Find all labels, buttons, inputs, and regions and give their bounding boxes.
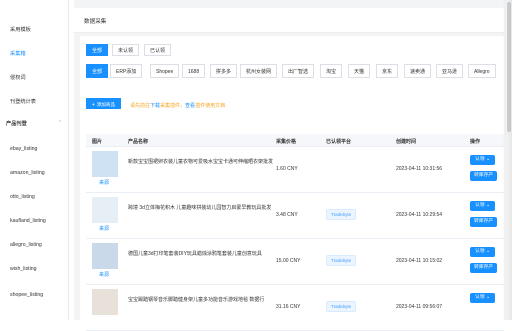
claim-label: 认领 bbox=[475, 157, 485, 162]
sidebar-item-otto-listing[interactable]: otto_listing bbox=[10, 194, 35, 200]
col-product-name: 产品名称 bbox=[128, 139, 149, 145]
product-image[interactable] bbox=[92, 243, 118, 269]
table-row: 来源 跨境 3d立体梅花积木 儿童趣味拼装幼儿园智力启蒙早教玩具批发 3.48 … bbox=[86, 193, 504, 239]
sidebar-item-infringing-words[interactable]: 侵权词 bbox=[10, 74, 26, 81]
tab-claimed[interactable]: 已认领 bbox=[144, 44, 172, 56]
sidebar-item-allegro-listing[interactable]: allegro_listing bbox=[10, 242, 42, 248]
sidebar-item-listing-stats[interactable]: 刊登统计表 bbox=[10, 98, 36, 105]
source-tab-tmall[interactable]: 天猫 bbox=[348, 64, 371, 78]
sidebar-section-product-listing[interactable]: 产品刊登 bbox=[6, 120, 27, 127]
source-tab-shopee[interactable]: Shopee bbox=[150, 64, 180, 78]
claim-button[interactable]: 认领 ⌄ bbox=[470, 155, 495, 165]
tab-unclaimed[interactable]: 未认领 bbox=[112, 44, 140, 56]
source-tab-allegro[interactable]: Allegro bbox=[468, 64, 496, 78]
col-created-time: 创建时间 bbox=[396, 139, 417, 145]
source-link[interactable]: 来源 bbox=[99, 225, 109, 232]
created-time: 2023-04-11 10:31:56 bbox=[396, 166, 443, 172]
platform-tag: Tradebyte bbox=[326, 209, 357, 220]
product-image[interactable] bbox=[92, 289, 118, 315]
collection-panel: 全部 未认领 已认领 全部 ERP添加 Shopee 1688 拼多多 杭州女装… bbox=[80, 36, 504, 331]
plugin-note: 请先前往下载采集插件，查看插件使用文档 bbox=[130, 102, 225, 109]
source-link[interactable]: 来源 bbox=[99, 179, 109, 186]
note-mid: 采集插件， bbox=[160, 103, 186, 109]
col-claimed-platform: 已认领平台 bbox=[326, 139, 352, 145]
transfer-inventory-button[interactable]: 转库存产 bbox=[470, 263, 498, 273]
app-window: 采用模板 采集箱 侵权词 刊登统计表 产品刊登 ⌃ ebay_listing a… bbox=[0, 0, 512, 331]
add-product-button[interactable]: + 添加商品 bbox=[86, 98, 122, 109]
created-time: 2023-04-11 10:15:02 bbox=[396, 258, 443, 264]
product-price: 1.60 CNY bbox=[276, 166, 298, 172]
product-name: 宝宝踢踏钢琴音乐脚踏健身架儿童多功能音乐游戏地毯 数据行 bbox=[128, 297, 265, 303]
main-content: 数据采集 全部 未认领 已认领 全部 ERP添加 Shopee 1688 拼多多… bbox=[74, 0, 512, 331]
sidebar-item-shopee-listing[interactable]: shopee_listing bbox=[10, 292, 43, 298]
page-header: 数据采集 bbox=[74, 8, 504, 33]
source-tab-all[interactable]: 全部 bbox=[86, 64, 109, 78]
product-name: 新款宝宝围裙卵衣装儿童衣物可爱吸水宝宝卡通可伸缩晒衣架批发 bbox=[128, 159, 274, 165]
source-tab-jd[interactable]: 京东 bbox=[376, 64, 399, 78]
created-time: 2023-04-11 09:56:07 bbox=[396, 304, 443, 310]
table-row: 来源 德国儿童3d打印笔套装DIY玩具蜡烛涂鸦笔套装儿童创意玩具 15.00 C… bbox=[86, 239, 504, 285]
claim-button[interactable]: 认领 ⌄ bbox=[470, 201, 495, 211]
claim-label: 认领 bbox=[475, 295, 485, 300]
chevron-down-icon: ⌄ bbox=[485, 295, 490, 300]
view-docs-link[interactable]: 查看 bbox=[185, 103, 195, 109]
source-tab-erp[interactable]: ERP添加 bbox=[110, 64, 143, 78]
created-time: 2023-04-11 10:29:54 bbox=[396, 212, 443, 218]
source-tab-aliexpress[interactable]: 速卖通 bbox=[404, 64, 432, 78]
col-actions: 操作 bbox=[470, 139, 481, 145]
tab-all-status[interactable]: 全部 bbox=[86, 44, 109, 56]
sidebar-item-collection-box[interactable]: 采集箱 bbox=[10, 50, 26, 57]
source-link[interactable]: 来源 bbox=[99, 271, 109, 278]
add-product-label: 添加商品 bbox=[96, 102, 116, 107]
source-tab-1688[interactable]: 1688 bbox=[182, 64, 206, 78]
source-tab-factory[interactable]: 出厂智选 bbox=[282, 64, 315, 78]
product-image[interactable] bbox=[92, 151, 118, 177]
transfer-inventory-button[interactable]: 转库存产 bbox=[470, 217, 498, 227]
platform-tag: Tradebyte bbox=[326, 301, 357, 312]
sidebar-item-template[interactable]: 采用模板 bbox=[10, 26, 31, 33]
chevron-down-icon: ⌄ bbox=[485, 249, 490, 254]
product-image[interactable] bbox=[92, 197, 118, 223]
platform-tag: Tradebyte bbox=[326, 255, 357, 266]
sidebar-item-amazon-listing[interactable]: amazon_listing bbox=[10, 170, 45, 176]
sidebar: 采用模板 采集箱 侵权词 刊登统计表 产品刊登 ⌃ ebay_listing a… bbox=[0, 0, 69, 320]
table-row: 来源 新款宝宝围裙卵衣装儿童衣物可爱吸水宝宝卡通可伸缩晒衣架批发 1.60 CN… bbox=[86, 147, 504, 193]
download-plugin-link[interactable]: 下载 bbox=[150, 103, 160, 109]
transfer-inventory-button[interactable]: 转库存产 bbox=[470, 171, 498, 181]
product-name: 跨境 3d立体梅花积木 儿童趣味拼装幼儿园智力启蒙早教玩具批发 bbox=[128, 205, 272, 211]
page-title: 数据采集 bbox=[84, 19, 107, 25]
chevron-up-icon[interactable]: ⌃ bbox=[58, 120, 62, 126]
sidebar-item-wish-listing[interactable]: wish_listing bbox=[10, 266, 37, 272]
window-edge-shadow bbox=[502, 0, 512, 320]
chevron-down-icon: ⌄ bbox=[485, 157, 490, 162]
product-name: 德国儿童3d打印笔套装DIY玩具蜡烛涂鸦笔套装儿童创意玩具 bbox=[128, 251, 262, 257]
sidebar-item-kaufland-listing[interactable]: kaufland_listing bbox=[10, 218, 46, 224]
chevron-down-icon: ⌄ bbox=[485, 203, 490, 208]
sidebar-item-ebay-listing[interactable]: ebay_listing bbox=[10, 146, 37, 152]
claim-button[interactable]: 认领 ⌄ bbox=[470, 293, 495, 303]
claim-button[interactable]: 认领 ⌄ bbox=[470, 247, 495, 257]
source-tab-taobao[interactable]: 淘宝 bbox=[320, 64, 343, 78]
claim-label: 认领 bbox=[475, 203, 485, 208]
product-price: 15.00 CNY bbox=[276, 258, 301, 264]
source-tab-pinduoduo[interactable]: 拼多多 bbox=[210, 64, 238, 78]
note-prefix: 请先前往 bbox=[130, 103, 151, 109]
table-header: 图片 产品名称 采集价格 已认领平台 创建时间 操作 bbox=[86, 134, 504, 147]
claim-label: 认领 bbox=[475, 249, 485, 254]
source-tab-amazon[interactable]: 亚马逊 bbox=[436, 64, 464, 78]
note-suffix: 插件使用文档 bbox=[195, 103, 226, 109]
col-image: 图片 bbox=[92, 139, 103, 145]
product-price: 31.16 CNY bbox=[276, 304, 301, 310]
table-row: 宝宝踢踏钢琴音乐脚踏健身架儿童多功能音乐游戏地毯 数据行 31.16 CNY T… bbox=[86, 285, 504, 331]
plus-icon: + bbox=[92, 102, 95, 107]
product-price: 3.48 CNY bbox=[276, 212, 298, 218]
source-tab-hangzhou[interactable]: 杭州女装网 bbox=[240, 64, 278, 78]
col-price: 采集价格 bbox=[276, 139, 297, 145]
